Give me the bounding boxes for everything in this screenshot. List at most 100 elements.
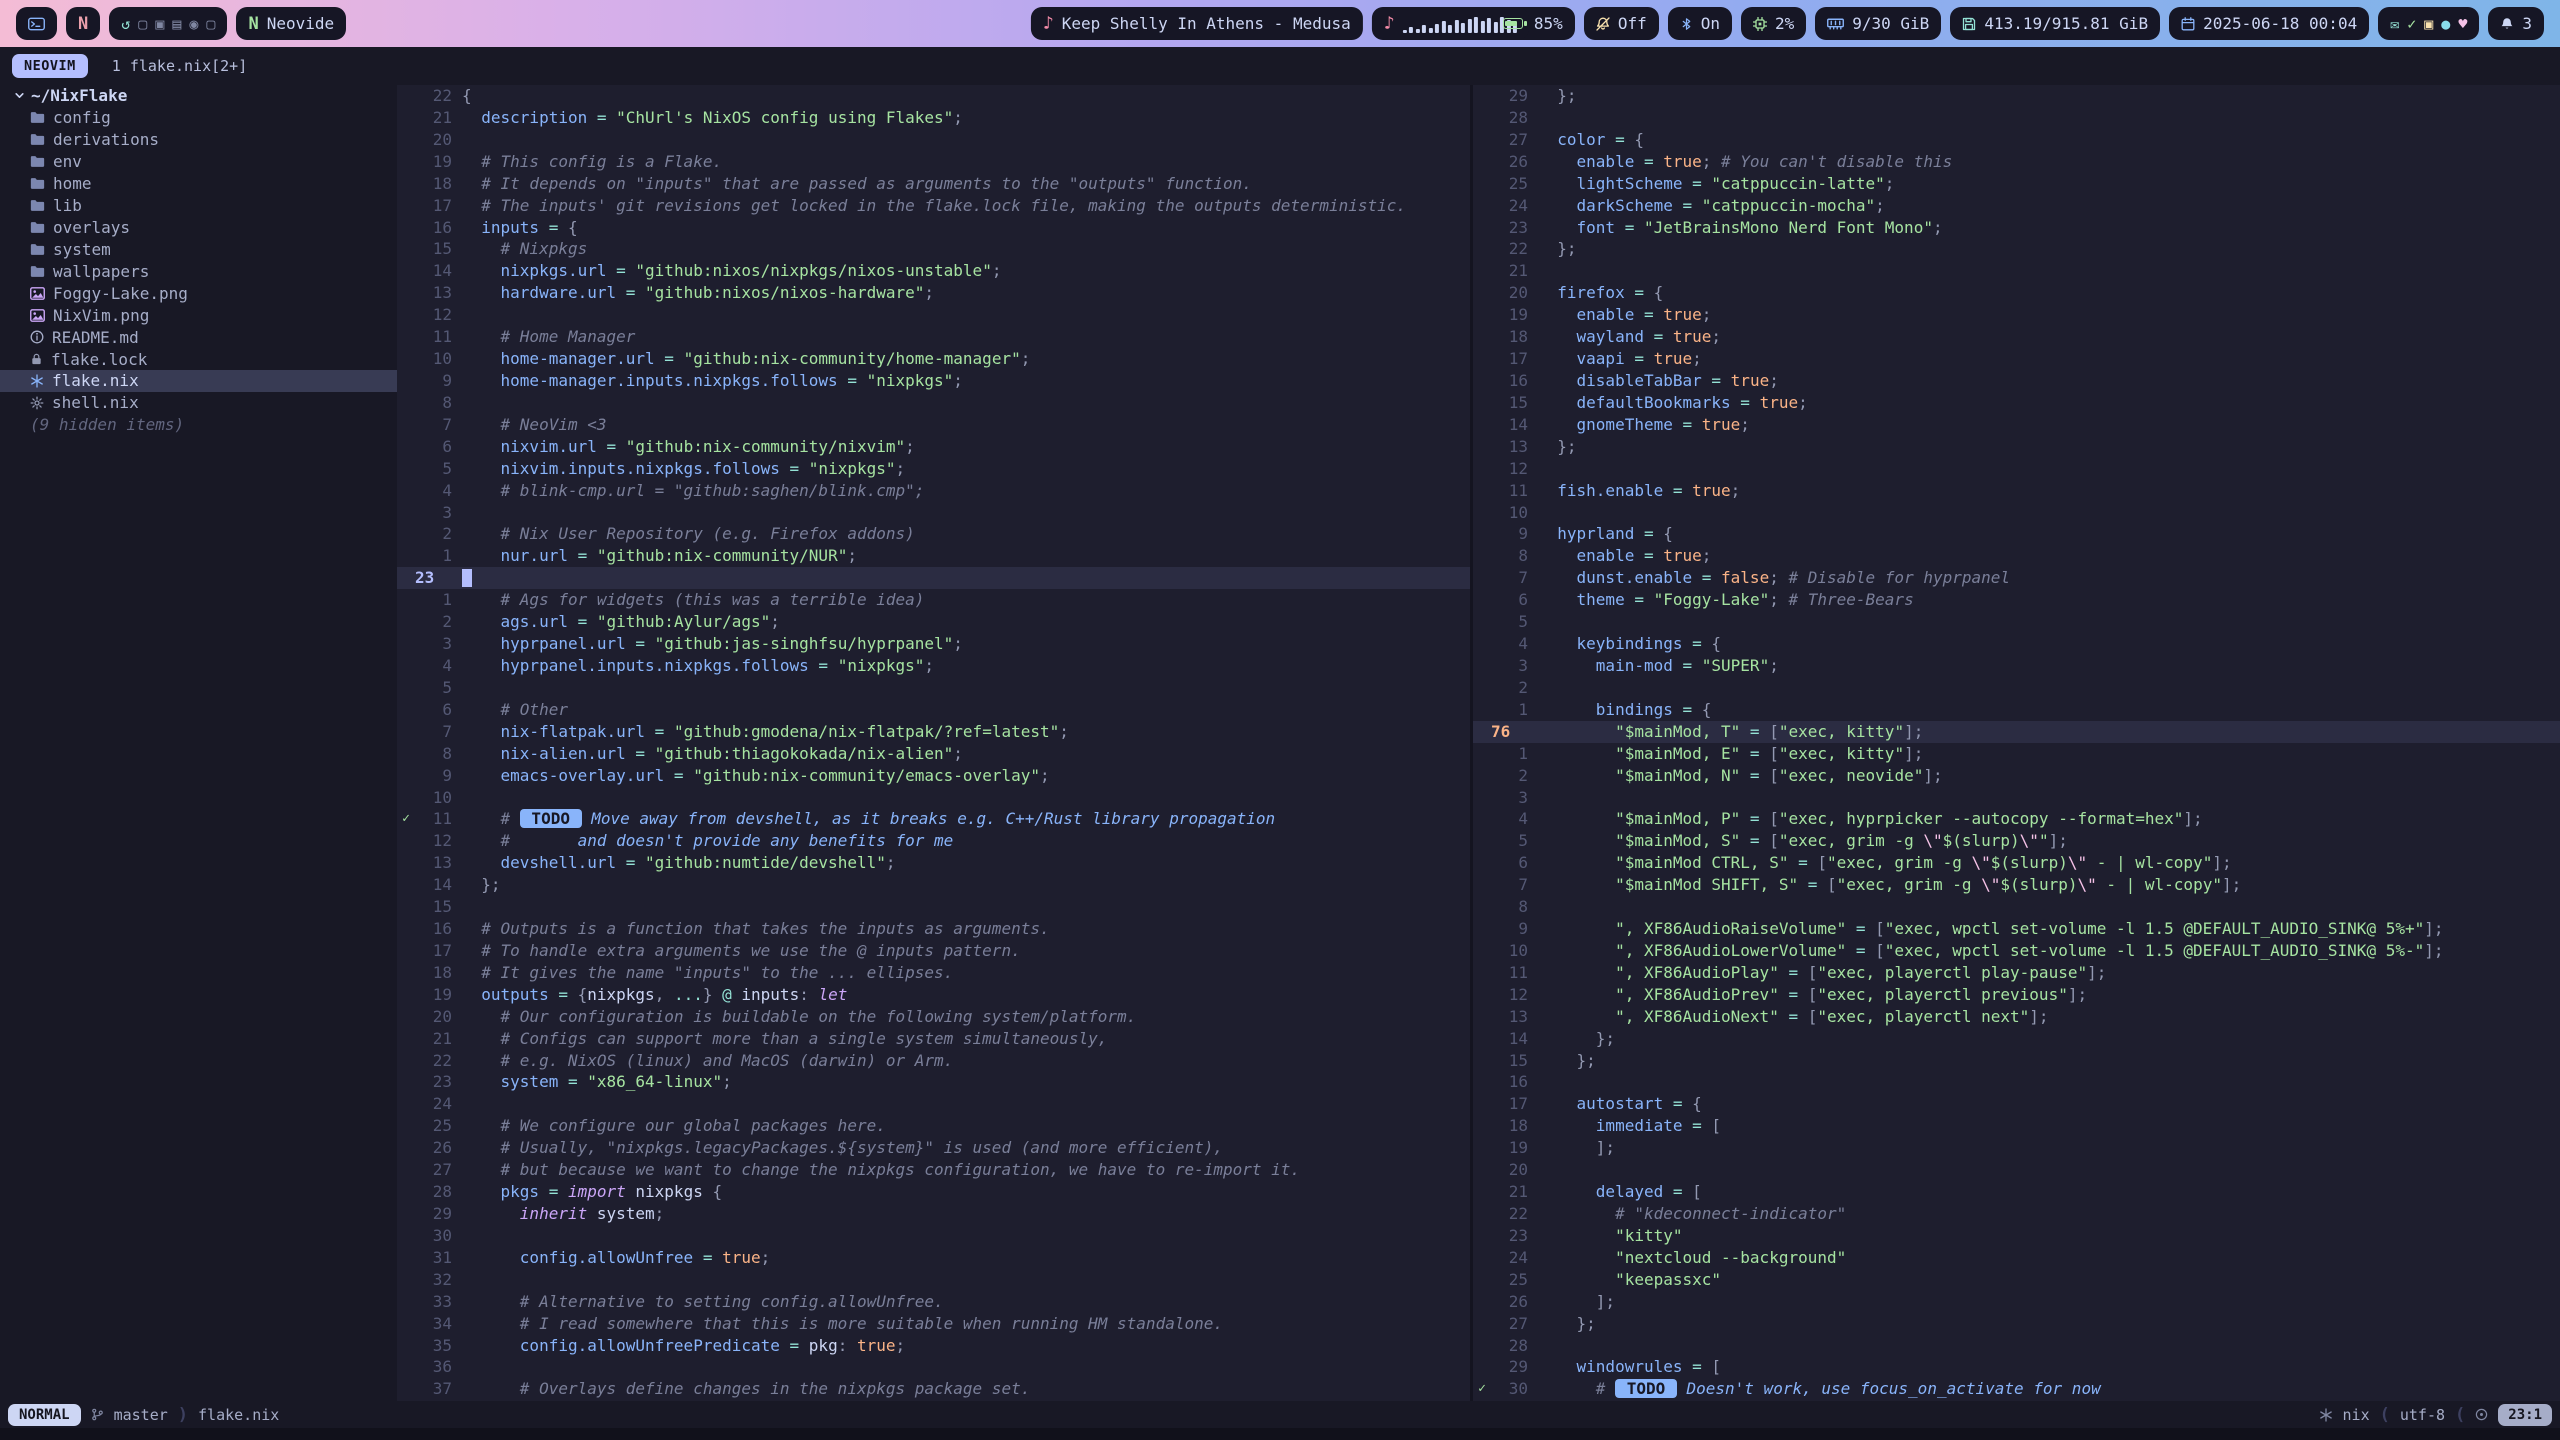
code-line-31[interactable]: 31 config.allowUnfree = true; xyxy=(397,1247,1470,1269)
code-line-20[interactable]: 20 xyxy=(1473,1159,2560,1181)
code-line-1[interactable]: 1 nur.url = "github:nix-community/NUR"; xyxy=(397,545,1470,567)
code-line-14[interactable]: 14 }; xyxy=(397,874,1470,896)
code-line-4[interactable]: 4 # blink-cmp.url = "github:saghen/blink… xyxy=(397,480,1470,502)
code-line-22[interactable]: 22 # e.g. NixOS (linux) and MacOS (darwi… xyxy=(397,1050,1470,1072)
code-line-6[interactable]: 6 theme = "Foggy-Lake"; # Three-Bears xyxy=(1473,589,2560,611)
workspace-icon-2[interactable]: ▢ xyxy=(138,15,147,33)
code-line-17[interactable]: 17 # The inputs' git revisions get locke… xyxy=(397,195,1470,217)
workspace-icon-5[interactable]: ◉ xyxy=(189,15,198,33)
code-line-1[interactable]: 1 # Ags for widgets (this was a terrible… xyxy=(397,589,1470,611)
code-line-20[interactable]: 20 # Our configuration is buildable on t… xyxy=(397,1006,1470,1028)
code-line-4[interactable]: 4 keybindings = { xyxy=(1473,633,2560,655)
code-line-9[interactable]: 9 emacs-overlay.url = "github:nix-commun… xyxy=(397,765,1470,787)
tray-icon-5[interactable]: ♥ xyxy=(2458,15,2467,33)
tray-icon-2[interactable]: ✓ xyxy=(2407,15,2416,33)
code-line-25[interactable]: 25 lightScheme = "catppuccin-latte"; xyxy=(1473,173,2560,195)
notifications-toggle-module[interactable]: Off xyxy=(1584,7,1659,40)
code-line-5[interactable]: 5 "$mainMod, S" = ["exec, grim -g \"$(sl… xyxy=(1473,830,2560,852)
code-line-16[interactable]: 16 inputs = { xyxy=(397,217,1470,239)
code-line-13[interactable]: 13 ", XF86AudioNext" = ["exec, playerctl… xyxy=(1473,1006,2560,1028)
code-line-3[interactable]: 3 xyxy=(397,502,1470,524)
cpu-module[interactable]: 2% xyxy=(1741,7,1806,40)
code-line-19[interactable]: 19 ]; xyxy=(1473,1137,2560,1159)
code-line-19[interactable]: 19 enable = true; xyxy=(1473,304,2560,326)
code-line-9[interactable]: 9 hyprland = { xyxy=(1473,523,2560,545)
code-line-13[interactable]: 13 }; xyxy=(1473,436,2560,458)
code-line-27[interactable]: 27 }; xyxy=(1473,1313,2560,1335)
code-line-33[interactable]: 33 # Alternative to setting config.allow… xyxy=(397,1291,1470,1313)
code-line-22[interactable]: 22 }; xyxy=(1473,238,2560,260)
code-line-7[interactable]: 7 # NeoVim <3 xyxy=(397,414,1470,436)
code-line-35[interactable]: 35 config.allowUnfreePredicate = pkg: tr… xyxy=(397,1335,1470,1357)
code-line-10[interactable]: 10 home-manager.url = "github:nix-commun… xyxy=(397,348,1470,370)
code-line-32[interactable]: 32 xyxy=(397,1269,1470,1291)
code-line-17[interactable]: 17 vaapi = true; xyxy=(1473,348,2560,370)
code-line-11[interactable]: 11 ", XF86AudioPlay" = ["exec, playerctl… xyxy=(1473,962,2560,984)
tree-item-config[interactable]: config xyxy=(0,107,397,129)
code-line-18[interactable]: 18 # It depends on "inputs" that are pas… xyxy=(397,173,1470,195)
workspace-icon-6[interactable]: ▢ xyxy=(206,15,215,33)
code-line-5[interactable]: 5 xyxy=(1473,611,2560,633)
code-line-12[interactable]: 12 # and doesn't provide any benefits fo… xyxy=(397,830,1470,852)
code-line-11[interactable]: ✓11 # TODO Move away from devshell, as i… xyxy=(397,808,1470,830)
code-line-21[interactable]: 21 delayed = [ xyxy=(1473,1181,2560,1203)
code-line-37[interactable]: 37 # Overlays define changes in the nixp… xyxy=(397,1378,1470,1400)
code-line-15[interactable]: 15 }; xyxy=(1473,1050,2560,1072)
code-line-27[interactable]: 27 color = { xyxy=(1473,129,2560,151)
code-line-13[interactable]: 13 hardware.url = "github:nixos/nixos-ha… xyxy=(397,282,1470,304)
code-line-6[interactable]: 6 "$mainMod CTRL, S" = ["exec, grim -g \… xyxy=(1473,852,2560,874)
code-line-2[interactable]: 2 # Nix User Repository (e.g. Firefox ad… xyxy=(397,523,1470,545)
code-line-9[interactable]: 9 home-manager.inputs.nixpkgs.follows = … xyxy=(397,370,1470,392)
code-line-15[interactable]: 15 # Nixpkgs xyxy=(397,238,1470,260)
tree-item-readme-md[interactable]: README.md xyxy=(0,326,397,348)
tray-icon-1[interactable]: ✉ xyxy=(2390,15,2399,33)
notifications-module[interactable]: 3 xyxy=(2488,7,2544,40)
code-line-8[interactable]: 8 enable = true; xyxy=(1473,545,2560,567)
code-line-15[interactable]: 15 xyxy=(397,896,1470,918)
app-launcher-button[interactable] xyxy=(16,7,57,40)
code-line-23[interactable]: 23 system = "x86_64-linux"; xyxy=(397,1071,1470,1093)
code-line-22[interactable]: 22{ xyxy=(397,85,1470,107)
code-line-11[interactable]: 11 fish.enable = true; xyxy=(1473,480,2560,502)
code-line-16[interactable]: 16 disableTabBar = true; xyxy=(1473,370,2560,392)
code-line-19[interactable]: 19 outputs = {nixpkgs, ...} @ inputs: le… xyxy=(397,984,1470,1006)
code-line-24[interactable]: 24 "nextcloud --background" xyxy=(1473,1247,2560,1269)
code-line-3[interactable]: 3 xyxy=(1473,787,2560,809)
clock-module[interactable]: 2025-06-18 00:04 xyxy=(2169,7,2369,40)
code-line-34[interactable]: 34 # I read somewhere that this is more … xyxy=(397,1313,1470,1335)
code-line-14[interactable]: 14 }; xyxy=(1473,1028,2560,1050)
tray-icon-4[interactable]: ● xyxy=(2441,15,2450,33)
code-line-27[interactable]: 27 # but because we want to change the n… xyxy=(397,1159,1470,1181)
tray-icon-3[interactable]: ▣ xyxy=(2424,15,2433,33)
code-line-14[interactable]: 14 nixpkgs.url = "github:nixos/nixpkgs/n… xyxy=(397,260,1470,282)
tree-item-derivations[interactable]: derivations xyxy=(0,129,397,151)
editor-pane-left[interactable]: 22{21 description = "ChUrl's NixOS confi… xyxy=(397,85,1470,1401)
tree-item-foggy-lake-png[interactable]: Foggy-Lake.png xyxy=(0,282,397,304)
disk-module[interactable]: 413.19/915.81 GiB xyxy=(1950,7,2160,40)
tree-item-env[interactable]: env xyxy=(0,151,397,173)
code-line-15[interactable]: 15 defaultBookmarks = true; xyxy=(1473,392,2560,414)
code-line-5[interactable]: 5 xyxy=(397,677,1470,699)
command-line[interactable] xyxy=(0,1428,2560,1440)
code-line-3[interactable]: 3 hyprpanel.url = "github:jas-singhfsu/h… xyxy=(397,633,1470,655)
code-line-10[interactable]: 10 xyxy=(1473,502,2560,524)
tree-item-nixvim-png[interactable]: NixVim.png xyxy=(0,304,397,326)
code-line-29[interactable]: 29 inherit system; xyxy=(397,1203,1470,1225)
code-line-8[interactable]: 8 nix-alien.url = "github:thiagokokada/n… xyxy=(397,743,1470,765)
code-line-26[interactable]: 26 enable = true; # You can't disable th… xyxy=(1473,151,2560,173)
code-line-24[interactable]: 24 xyxy=(397,1093,1470,1115)
code-line-18[interactable]: 18 immediate = [ xyxy=(1473,1115,2560,1137)
code-line-12[interactable]: 12 ", XF86AudioPrev" = ["exec, playerctl… xyxy=(1473,984,2560,1006)
code-line-8[interactable]: 8 xyxy=(1473,896,2560,918)
tree-item-nixflake[interactable]: ~/NixFlake xyxy=(0,85,397,107)
system-tray[interactable]: ✉ ✓ ▣ ● ♥ xyxy=(2378,7,2479,40)
tree-item-home[interactable]: home xyxy=(0,173,397,195)
code-line-10[interactable]: 10 ", XF86AudioLowerVolume" = ["exec, wp… xyxy=(1473,940,2560,962)
code-line-4[interactable]: 4 hyprpanel.inputs.nixpkgs.follows = "ni… xyxy=(397,655,1470,677)
code-line-10[interactable]: 10 xyxy=(397,787,1470,809)
code-line-20[interactable]: 20 xyxy=(397,129,1470,151)
code-line-1[interactable]: 1 bindings = { xyxy=(1473,699,2560,721)
code-line-7[interactable]: 7 dunst.enable = false; # Disable for hy… xyxy=(1473,567,2560,589)
code-line-11[interactable]: 11 # Home Manager xyxy=(397,326,1470,348)
code-line-6[interactable]: 6 nixvim.url = "github:nix-community/nix… xyxy=(397,436,1470,458)
